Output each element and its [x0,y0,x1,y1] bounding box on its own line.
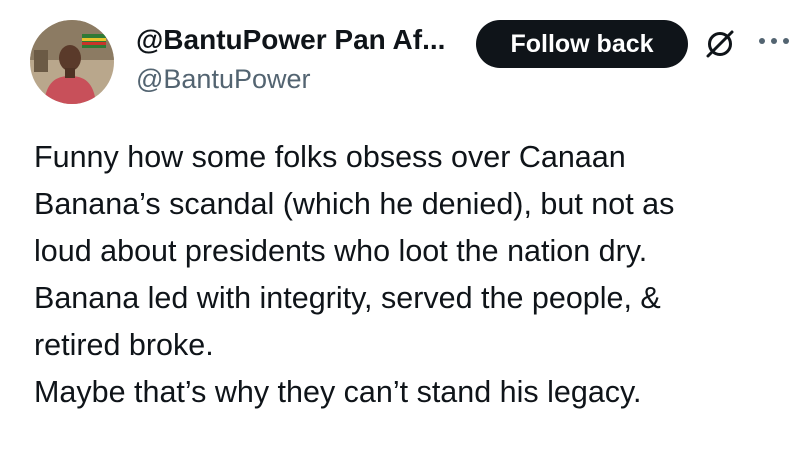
author-display-name[interactable]: @BantuPower Pan Af... [136,22,445,58]
tweet-line: Banana led with integrity, served the pe… [34,281,661,315]
profile-photo-icon [30,20,114,104]
tweet-line: retired broke. [34,328,214,362]
tweet-line: loud about presidents who loot the natio… [34,234,648,268]
follow-back-button[interactable]: Follow back [476,20,688,68]
tweet-line: Maybe that’s why they can’t stand his le… [34,375,642,409]
tweet-line: Banana’s scandal (which he denied), but … [34,187,675,221]
tweet-card: @BantuPower Pan Af... @BantuPower Follow… [0,0,809,452]
more-options-icon[interactable] [756,34,792,48]
author-handle[interactable]: @BantuPower [136,62,311,96]
grok-icon[interactable] [704,28,736,60]
tweet-line: Funny how some folks obsess over Canaan [34,140,626,174]
avatar[interactable] [30,20,114,104]
tweet-text: Funny how some folks obsess over Canaan … [34,134,794,416]
